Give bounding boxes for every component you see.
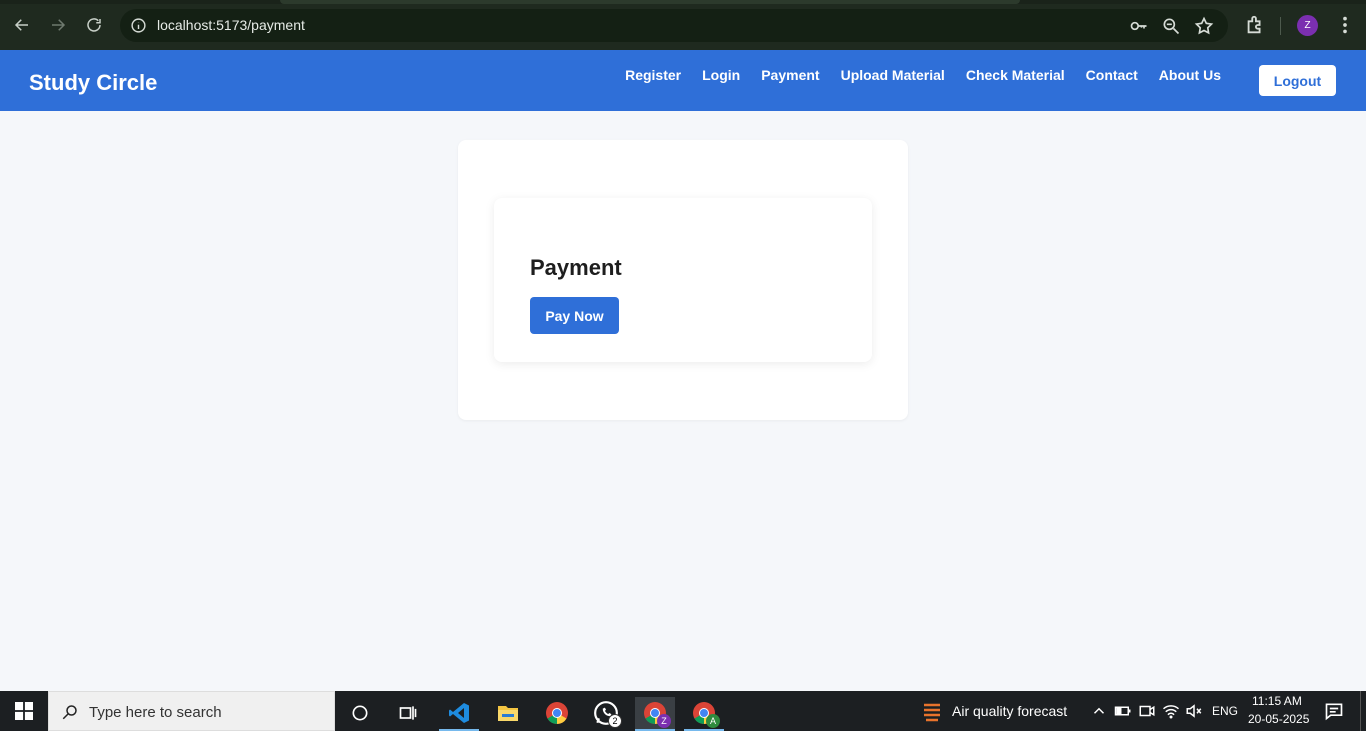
show-desktop-button[interactable] [1360, 691, 1366, 731]
taskbar-search-input[interactable]: Type here to search [48, 691, 335, 731]
nav-link-upload-material[interactable]: Upload Material [841, 67, 945, 83]
logout-button[interactable]: Logout [1259, 65, 1336, 96]
nav-links: Register Login Payment Upload Material C… [625, 67, 1221, 83]
camera-icon[interactable] [1138, 702, 1156, 720]
chrome-profile-a-icon[interactable]: A [684, 697, 724, 731]
chrome-icon[interactable] [537, 697, 577, 729]
clock-date[interactable]: 20-05-2025 [1248, 712, 1309, 726]
air-quality-icon[interactable] [920, 699, 944, 723]
extensions-icon[interactable] [1244, 14, 1266, 36]
nav-link-check-material[interactable]: Check Material [966, 67, 1065, 83]
zoom-icon[interactable] [1161, 16, 1181, 36]
profile-avatar[interactable]: Z [1297, 15, 1318, 36]
back-icon[interactable] [11, 14, 33, 36]
password-key-icon[interactable] [1129, 16, 1149, 36]
site-info-icon[interactable] [130, 17, 147, 34]
nav-link-register[interactable]: Register [625, 67, 681, 83]
url-text[interactable]: localhost:5173/payment [157, 17, 305, 33]
search-placeholder: Type here to search [89, 704, 222, 721]
nav-link-about-us[interactable]: About Us [1159, 67, 1221, 83]
notification-icon[interactable] [1324, 701, 1344, 721]
app-navbar: Study Circle Register Login Payment Uplo… [0, 50, 1366, 111]
windows-start-icon[interactable] [0, 691, 48, 731]
cortana-icon[interactable] [340, 697, 380, 729]
whatsapp-icon[interactable]: 2 [586, 697, 626, 729]
forward-icon[interactable] [47, 14, 69, 36]
chevron-up-icon[interactable] [1090, 702, 1108, 720]
search-icon [61, 703, 79, 721]
reload-icon[interactable] [83, 14, 105, 36]
nav-link-login[interactable]: Login [702, 67, 740, 83]
bookmark-star-icon[interactable] [1194, 16, 1214, 36]
wifi-icon[interactable] [1162, 702, 1180, 720]
task-view-icon[interactable] [388, 697, 428, 729]
speaker-muted-icon[interactable] [1185, 702, 1203, 720]
toolbar-separator [1280, 17, 1281, 35]
whatsapp-badge: 2 [608, 714, 622, 728]
brand-title[interactable]: Study Circle [29, 70, 157, 96]
chrome-profile-badge-a: A [706, 714, 720, 728]
clock-time[interactable]: 11:15 AM [1252, 694, 1302, 708]
vscode-icon[interactable] [439, 697, 479, 731]
active-tab-edge[interactable] [280, 0, 1020, 4]
payment-container: Payment Pay Now [458, 140, 908, 420]
language-indicator[interactable]: ENG [1212, 704, 1238, 718]
taskbar: Type here to search 2 Z A Air quality fo… [0, 691, 1366, 731]
menu-kebab-icon[interactable] [1334, 14, 1356, 36]
file-explorer-icon[interactable] [488, 697, 528, 729]
payment-card: Payment Pay Now [494, 198, 872, 362]
chrome-profile-z-icon[interactable]: Z [635, 697, 675, 731]
pay-now-button[interactable]: Pay Now [530, 297, 619, 334]
nav-link-payment[interactable]: Payment [761, 67, 819, 83]
battery-icon[interactable] [1114, 702, 1132, 720]
chrome-profile-badge: Z [657, 714, 671, 728]
address-bar[interactable]: localhost:5173/payment [120, 9, 1228, 42]
nav-link-contact[interactable]: Contact [1086, 67, 1138, 83]
browser-toolbar: localhost:5173/payment Z [0, 0, 1366, 50]
weather-widget-label[interactable]: Air quality forecast [952, 703, 1067, 719]
payment-title: Payment [530, 255, 622, 280]
